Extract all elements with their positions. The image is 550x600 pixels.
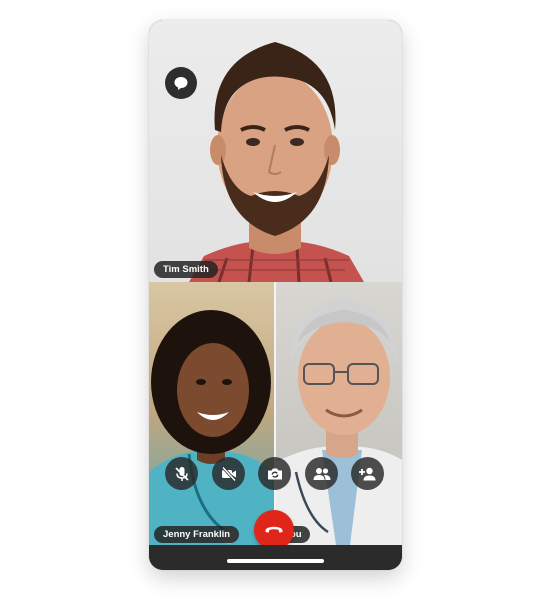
- mic-off-icon: [173, 465, 191, 483]
- video-off-icon: [220, 465, 238, 483]
- add-participant-button[interactable]: [351, 457, 384, 490]
- name-tag-jenny: Jenny Franklin: [154, 526, 240, 543]
- chat-icon: [173, 75, 189, 91]
- switch-camera-button[interactable]: [258, 457, 291, 490]
- home-indicator[interactable]: [227, 559, 324, 563]
- participants-button[interactable]: [305, 457, 338, 490]
- chat-button[interactable]: [165, 67, 197, 99]
- participant-video-tim: [189, 42, 364, 282]
- add-person-icon: [358, 465, 378, 483]
- mute-mic-button[interactable]: [165, 457, 198, 490]
- participant-tile-jenny: [149, 282, 274, 545]
- bottom-bar: [149, 545, 402, 570]
- participant-video-doctor: [276, 298, 402, 545]
- phone-frame: Tim Smith Jenny Franklin ou: [149, 20, 402, 570]
- stop-video-button[interactable]: [212, 457, 245, 490]
- switch-camera-icon: [266, 465, 284, 483]
- end-call-icon: [263, 519, 285, 541]
- participants-icon: [312, 465, 332, 483]
- end-call-button[interactable]: [254, 510, 294, 550]
- participant-tile-doctor: [276, 282, 402, 545]
- participant-video-jenny: [149, 310, 274, 545]
- participant-tile-tim: Tim Smith: [149, 20, 402, 282]
- name-tag-tim: Tim Smith: [154, 261, 218, 278]
